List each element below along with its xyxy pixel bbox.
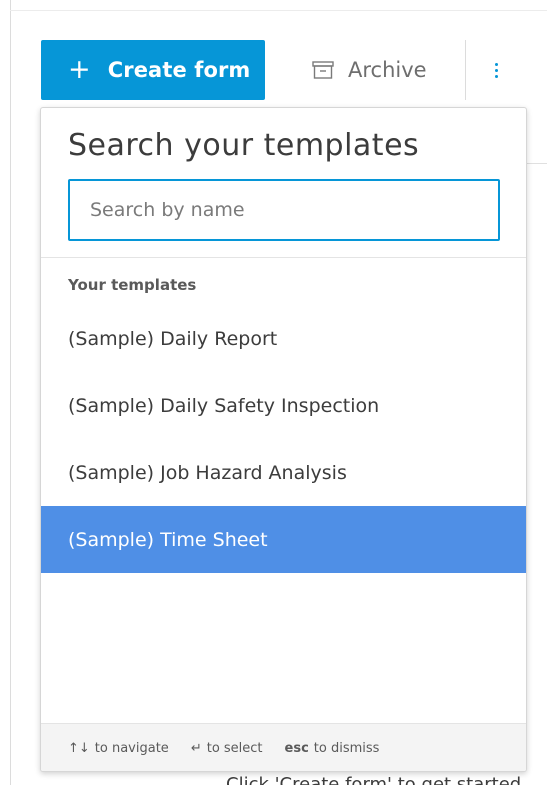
template-list: (Sample) Daily Report (Sample) Daily Saf… (41, 305, 526, 573)
plus-icon: + (68, 53, 91, 85)
template-search-dropdown: Search your templates Your templates (Sa… (40, 107, 527, 772)
template-search-input[interactable] (68, 179, 500, 241)
templates-section-label: Your templates (68, 276, 197, 294)
template-item-daily-report[interactable]: (Sample) Daily Report (41, 305, 526, 372)
archive-button[interactable]: Archive (312, 40, 452, 100)
hint-select: ↵ to select (190, 741, 263, 756)
dropdown-divider (41, 257, 526, 258)
dropdown-title: Search your templates (68, 128, 420, 163)
hint-dismiss: esc to dismiss (284, 741, 380, 756)
template-item-daily-safety-inspection[interactable]: (Sample) Daily Safety Inspection (41, 372, 526, 439)
create-form-label: Create form (107, 58, 251, 82)
header-underline (527, 163, 547, 164)
template-item-job-hazard-analysis[interactable]: (Sample) Job Hazard Analysis (41, 439, 526, 506)
panel-edge (10, 0, 11, 785)
create-form-button[interactable]: + Create form (41, 40, 265, 100)
keyboard-hints-footer: ↑↓ to navigate ↵ to select esc to dismiss (41, 723, 526, 771)
enter-key-icon: ↵ (190, 741, 202, 756)
arrow-keys-icon: ↑↓ (68, 741, 90, 756)
vertical-ellipsis-icon[interactable] (484, 56, 508, 84)
toolbar: + Create form Archive (0, 40, 547, 100)
hint-navigate: ↑↓ to navigate (68, 741, 169, 756)
esc-key-label: esc (284, 741, 309, 756)
top-divider (10, 10, 547, 11)
template-item-time-sheet[interactable]: (Sample) Time Sheet (41, 506, 526, 573)
toolbar-divider (465, 40, 466, 100)
app-stage: + Create form Archive Search your templa… (0, 0, 547, 785)
archive-box-icon (312, 61, 334, 79)
archive-label: Archive (348, 58, 427, 82)
empty-state-text: Click 'Create form' to get started (226, 774, 522, 785)
